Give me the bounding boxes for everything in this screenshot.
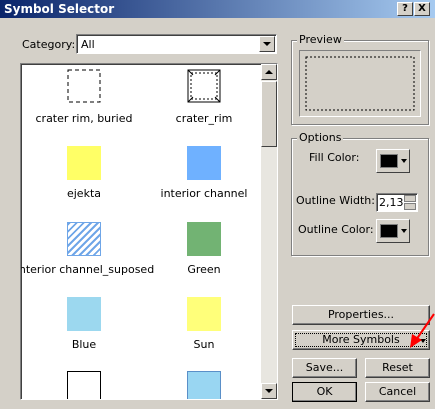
fill-color-label: Fill Color: bbox=[309, 151, 360, 164]
symbol-label: ejekta bbox=[66, 187, 101, 200]
chevron-down-icon bbox=[263, 42, 271, 46]
symbol-label: interior channel bbox=[160, 187, 248, 200]
symbol-label: crater_rim bbox=[175, 112, 233, 125]
symbol-swatch[interactable] bbox=[187, 146, 221, 180]
symbol-swatch[interactable] bbox=[187, 69, 221, 103]
reset-button[interactable]: Reset bbox=[365, 358, 430, 378]
symbol-label: Sun bbox=[193, 338, 215, 351]
symbol-swatch[interactable] bbox=[67, 222, 101, 256]
preview-panel bbox=[299, 50, 421, 117]
symbol-swatch[interactable] bbox=[187, 297, 221, 331]
scroll-thumb[interactable] bbox=[261, 81, 277, 147]
category-value: All bbox=[81, 38, 95, 51]
category-select[interactable]: All bbox=[76, 34, 277, 54]
cancel-button[interactable]: Cancel bbox=[365, 382, 430, 402]
symbol-swatch[interactable] bbox=[187, 371, 221, 399]
close-button[interactable]: X bbox=[414, 2, 430, 16]
spinner-down-icon[interactable] bbox=[404, 203, 416, 210]
scroll-down-button[interactable] bbox=[261, 383, 277, 399]
symbol-swatch[interactable] bbox=[187, 222, 221, 256]
symbol-label: crater rim, buried bbox=[35, 112, 133, 125]
save-button[interactable]: Save... bbox=[292, 358, 357, 378]
window-title: Symbol Selector bbox=[4, 2, 115, 16]
category-label: Category: bbox=[22, 38, 76, 51]
category-dropdown-button[interactable] bbox=[259, 36, 275, 52]
ok-button[interactable]: OK bbox=[292, 382, 357, 402]
options-label: Options bbox=[297, 131, 344, 144]
outline-width-spinner[interactable] bbox=[404, 195, 416, 210]
help-button[interactable]: ? bbox=[397, 2, 413, 16]
hatched-rect-icon bbox=[187, 69, 221, 103]
symbol-swatch[interactable] bbox=[67, 297, 101, 331]
symbol-label: Green bbox=[187, 263, 221, 276]
symbol-list-scrollbar[interactable] bbox=[261, 64, 277, 399]
dashed-rect-icon bbox=[67, 69, 101, 103]
symbol-swatch[interactable] bbox=[67, 146, 101, 180]
symbol-selector-dialog: Symbol Selector ? X Category: All crater… bbox=[0, 0, 435, 409]
chevron-down-icon bbox=[401, 159, 407, 163]
outline-width-value: 2,13 bbox=[379, 196, 404, 209]
scroll-up-button[interactable] bbox=[261, 64, 277, 80]
symbol-label: Blue bbox=[71, 338, 97, 351]
outline-width-label: Outline Width: bbox=[296, 194, 375, 207]
fill-color-button[interactable] bbox=[376, 149, 410, 173]
symbol-label: interior channel_suposed bbox=[20, 263, 155, 276]
more-symbols-label: More Symbols bbox=[322, 333, 400, 346]
annotation-arrow-icon bbox=[410, 313, 435, 348]
preview-label: Preview bbox=[297, 33, 344, 46]
chevron-down-icon bbox=[265, 389, 273, 393]
outline-color-label: Outline Color: bbox=[298, 223, 374, 236]
outline-color-button[interactable] bbox=[376, 219, 410, 243]
outline-width-input[interactable]: 2,13 bbox=[376, 193, 418, 212]
title-bar[interactable]: Symbol Selector ? X bbox=[0, 0, 435, 18]
outline-color-swatch bbox=[380, 224, 398, 238]
chevron-up-icon bbox=[265, 70, 273, 74]
symbol-swatch[interactable] bbox=[67, 371, 101, 399]
fill-color-swatch bbox=[380, 154, 398, 168]
spinner-up-icon[interactable] bbox=[404, 195, 416, 202]
chevron-down-icon bbox=[401, 229, 407, 233]
symbol-list[interactable]: crater rim, buried crater_rim ejekta int… bbox=[20, 63, 278, 400]
symbol-swatch[interactable] bbox=[67, 69, 101, 103]
preview-symbol bbox=[305, 56, 415, 111]
